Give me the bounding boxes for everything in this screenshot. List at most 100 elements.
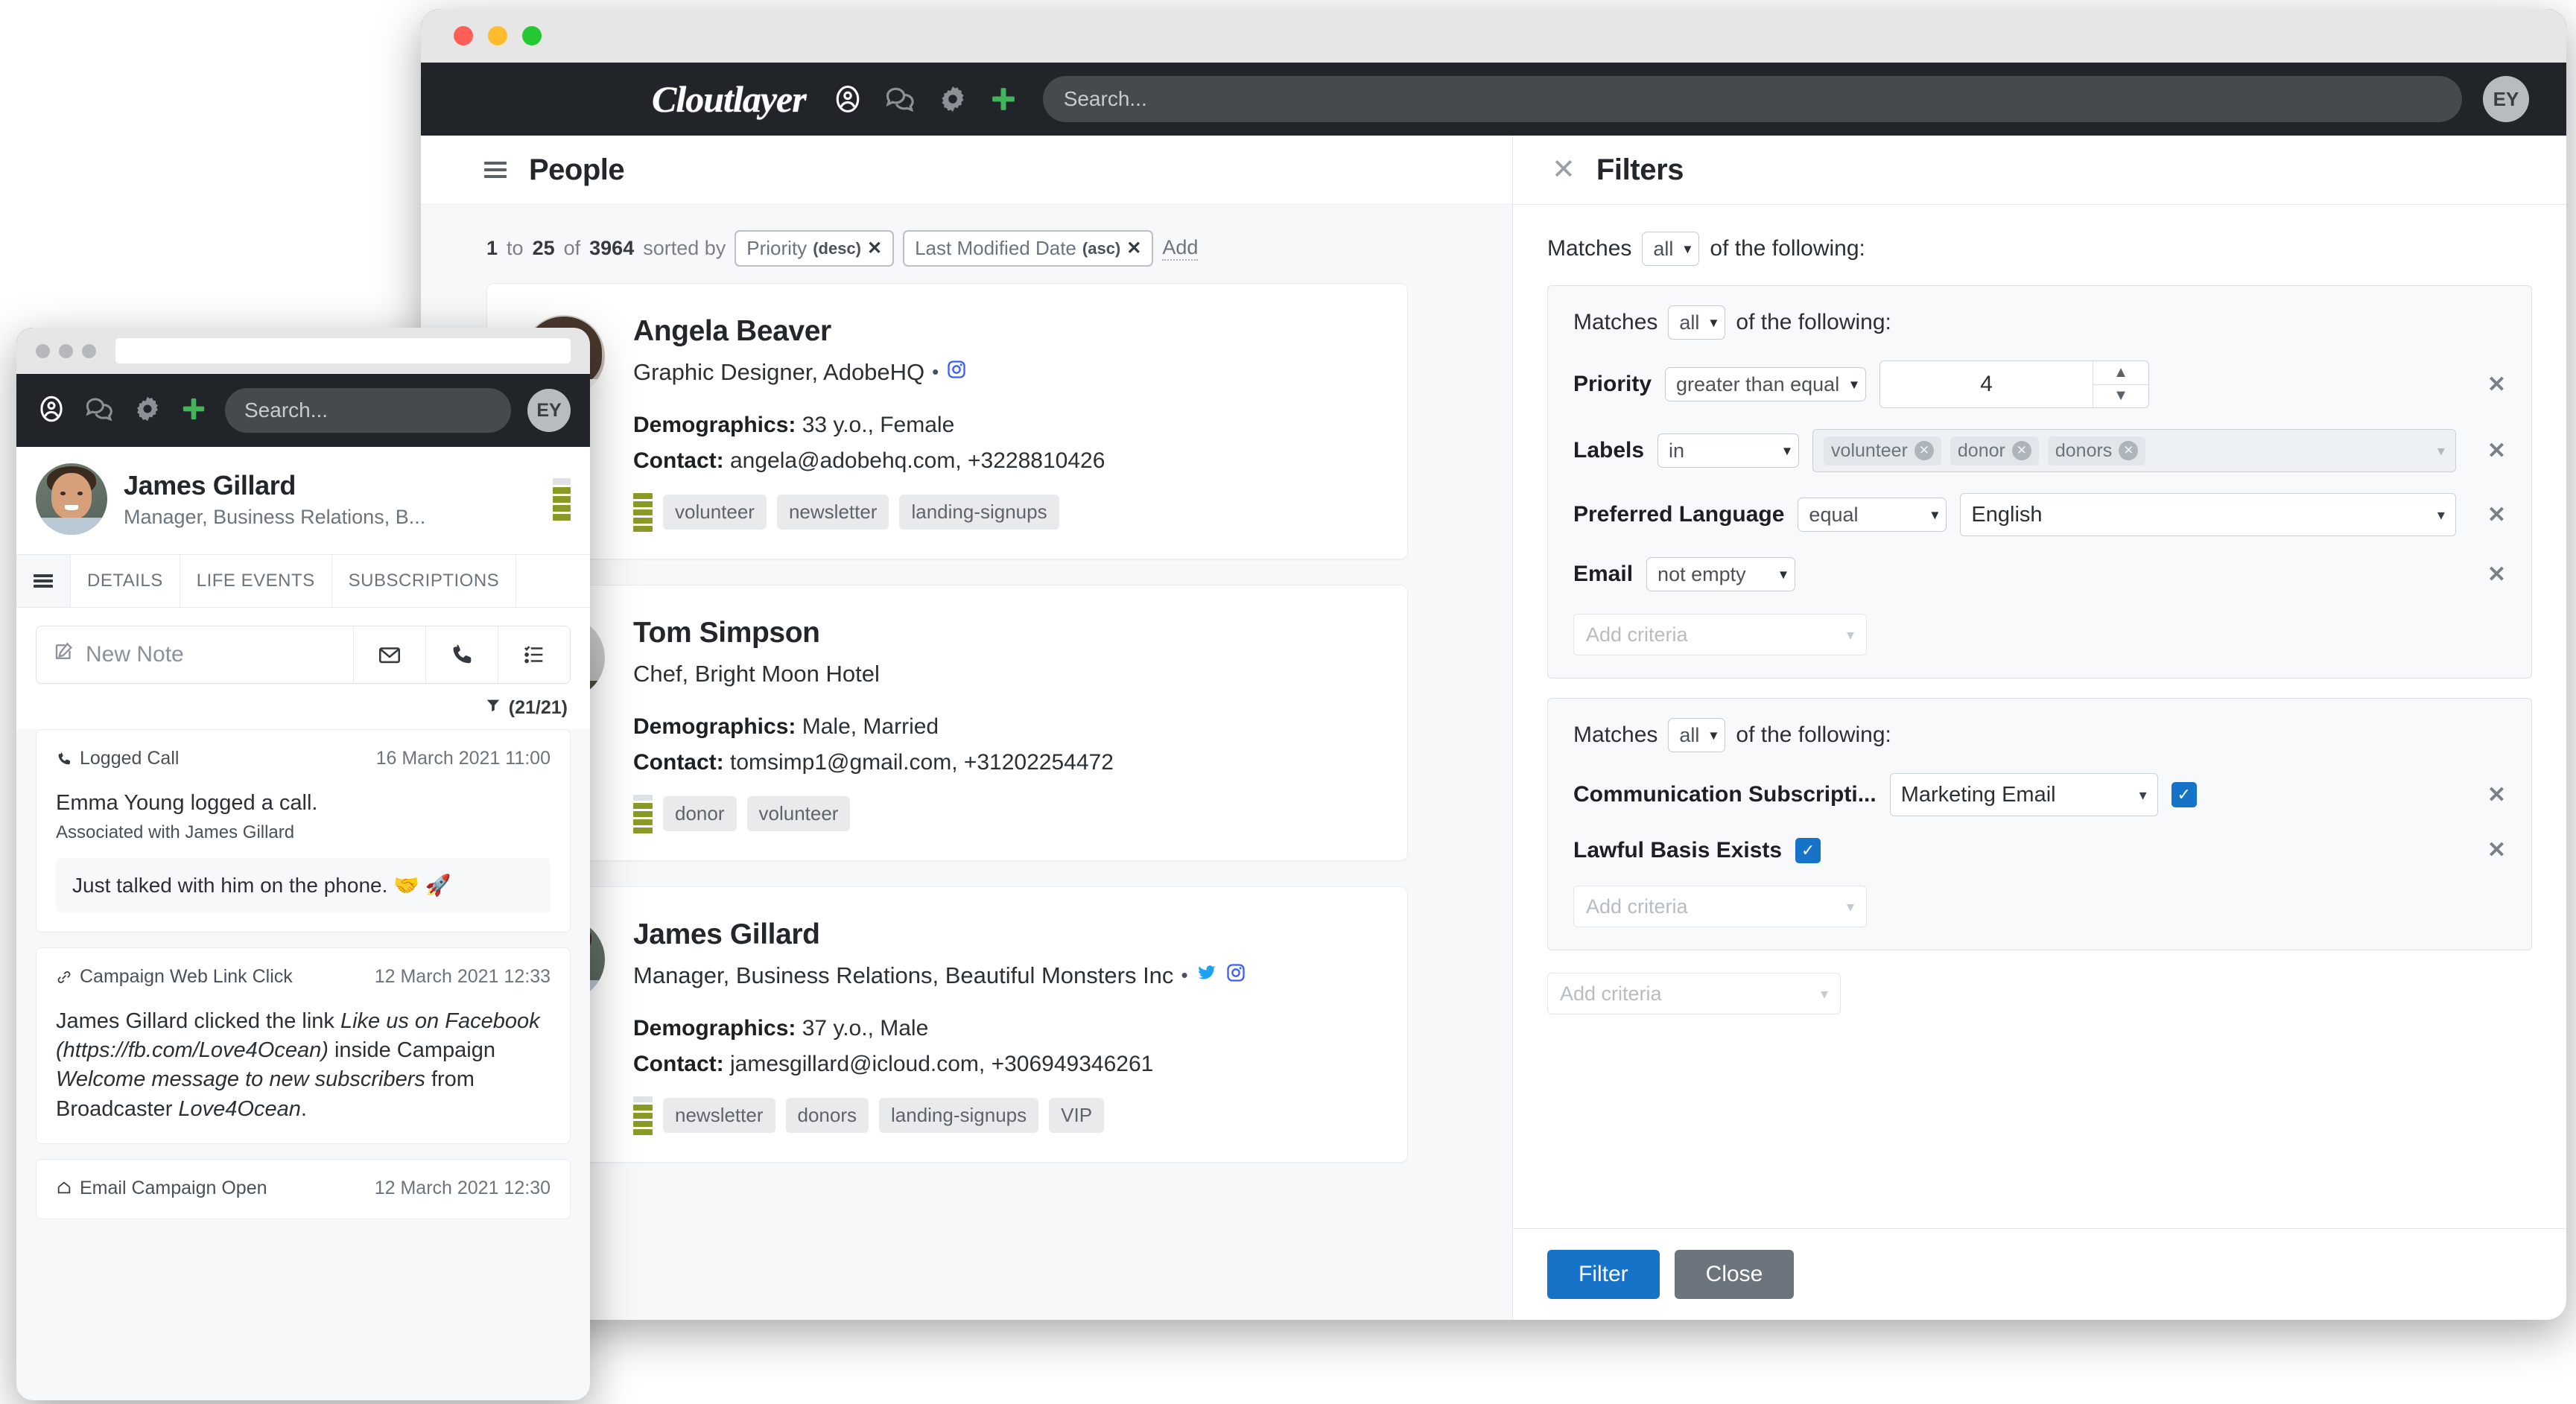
tag[interactable]: VIP xyxy=(1049,1098,1105,1134)
person-name[interactable]: Tom Simpson xyxy=(633,617,1407,650)
tag[interactable]: newsletter xyxy=(776,495,889,530)
tag[interactable]: donors xyxy=(785,1098,869,1134)
tab-life-events[interactable]: LIFE EVENTS xyxy=(180,555,332,607)
new-note-input[interactable]: New Note xyxy=(37,626,353,683)
envelope-icon[interactable] xyxy=(353,626,425,683)
url-bar[interactable] xyxy=(115,338,571,363)
root-matches-select[interactable]: all ▾ xyxy=(1642,232,1700,266)
priority-stepper[interactable]: 4 ▲ ▼ xyxy=(1879,360,2150,408)
account-icon[interactable] xyxy=(831,83,864,115)
chat-icon[interactable] xyxy=(883,83,918,115)
close-button[interactable]: Close xyxy=(1674,1250,1795,1299)
user-avatar[interactable]: EY xyxy=(527,389,571,432)
contact-label: Contact: xyxy=(633,749,724,775)
filter-button[interactable]: Filter xyxy=(1547,1250,1660,1299)
language-select[interactable]: English ▾ xyxy=(1960,493,2456,536)
tag[interactable]: volunteer xyxy=(663,495,767,530)
remove-criterion-icon[interactable]: ✕ xyxy=(2469,438,2506,464)
timeline-entry[interactable]: Logged Call 16 March 2021 11:00 Emma You… xyxy=(36,729,571,933)
lawful-basis-checkbox[interactable]: ✓ xyxy=(1795,837,1821,863)
person-card[interactable]: Tom Simpson Chef, Bright Moon Hotel Demo… xyxy=(486,584,1408,861)
chevron-up-icon[interactable]: ▲ xyxy=(2093,361,2149,385)
window-zoom-button[interactable] xyxy=(82,343,96,358)
label-chip[interactable]: donor ✕ xyxy=(1950,436,2039,466)
tab-menu[interactable] xyxy=(16,555,71,607)
task-list-icon[interactable] xyxy=(498,626,570,683)
person-card[interactable]: James Gillard Manager, Business Relation… xyxy=(486,886,1408,1163)
close-icon[interactable]: ✕ xyxy=(1552,156,1576,184)
search-input[interactable]: Search... xyxy=(225,388,511,433)
subscription-select[interactable]: Marketing Email ▾ xyxy=(1889,773,2158,816)
criterion-operator-select[interactable]: in ▾ xyxy=(1657,433,1800,468)
add-criteria-select[interactable]: Add criteria ▾ xyxy=(1573,886,1867,927)
group-matches-select[interactable]: all ▾ xyxy=(1668,718,1726,752)
window-minimize-button[interactable] xyxy=(59,343,73,358)
remove-criterion-icon[interactable]: ✕ xyxy=(2469,502,2506,528)
global-search[interactable]: Search... xyxy=(1042,76,2462,122)
timeline-entry[interactable]: Campaign Web Link Click 12 March 2021 12… xyxy=(36,947,571,1144)
sort-chip-last-modified[interactable]: Last Modified Date (asc) ✕ xyxy=(903,230,1154,267)
priority-value[interactable]: 4 xyxy=(1880,361,2093,407)
gear-icon[interactable] xyxy=(937,83,968,115)
add-sort-link[interactable]: Add xyxy=(1162,236,1199,261)
person-name[interactable]: Angela Beaver xyxy=(633,315,1407,349)
chevron-down-icon: ▾ xyxy=(1710,727,1718,744)
remove-criterion-icon[interactable]: ✕ xyxy=(2469,782,2506,808)
tag[interactable]: landing-signups xyxy=(879,1098,1039,1134)
label-chip[interactable]: volunteer ✕ xyxy=(1824,436,1941,466)
timeline-filter-count[interactable]: (21/21) xyxy=(16,684,590,729)
label-chip[interactable]: donors ✕ xyxy=(2047,436,2146,466)
chevron-down-icon: ▾ xyxy=(1820,985,1828,1003)
criterion-operator-select[interactable]: not empty ▾ xyxy=(1646,557,1796,591)
labels-multiselect[interactable]: volunteer ✕ donor ✕ donors ✕ ▾ xyxy=(1812,429,2456,472)
sort-chip-priority[interactable]: Priority (desc) ✕ xyxy=(735,230,895,267)
phone-icon[interactable] xyxy=(425,626,498,683)
activity-timeline: Logged Call 16 March 2021 11:00 Emma You… xyxy=(16,729,590,1400)
twitter-icon[interactable] xyxy=(1196,962,1218,989)
criterion-operator-select[interactable]: greater than equal ▾ xyxy=(1665,367,1867,401)
instagram-icon[interactable] xyxy=(946,359,967,386)
timeline-entry-header: Logged Call 16 March 2021 11:00 xyxy=(56,748,551,769)
tag[interactable]: volunteer xyxy=(746,796,851,832)
add-group-criteria-select[interactable]: Add criteria ▾ xyxy=(1547,973,1841,1014)
remove-criterion-icon[interactable]: ✕ xyxy=(2469,837,2506,863)
timeline-entry[interactable]: Email Campaign Open 12 March 2021 12:30 xyxy=(36,1158,571,1219)
hamburger-icon[interactable] xyxy=(484,162,507,178)
app-logo[interactable]: Cloutlayer xyxy=(652,77,807,121)
gear-icon[interactable] xyxy=(133,394,162,428)
window-close-button[interactable] xyxy=(454,26,473,45)
window-zoom-button[interactable] xyxy=(522,26,542,45)
group-matches-select[interactable]: all ▾ xyxy=(1668,305,1726,340)
account-icon[interactable] xyxy=(36,393,67,428)
subscription-checkbox[interactable]: ✓ xyxy=(2171,782,2197,807)
plus-icon[interactable] xyxy=(179,394,209,428)
search-input[interactable]: Search... xyxy=(1042,76,2462,122)
app-content: People 1 to 25 of 3964 sorted by Priorit… xyxy=(421,136,2566,1320)
add-criteria-select[interactable]: Add criteria ▾ xyxy=(1573,614,1867,655)
tag[interactable]: donor xyxy=(663,796,737,832)
criterion-label: Email xyxy=(1573,562,1634,586)
remove-chip-icon[interactable]: ✕ xyxy=(1914,441,1934,460)
person-card[interactable]: Angela Beaver Graphic Designer, AdobeHQ … xyxy=(486,283,1408,559)
instagram-icon[interactable] xyxy=(1225,962,1246,989)
person-name[interactable]: James Gillard xyxy=(633,918,1407,952)
tab-details[interactable]: DETAILS xyxy=(71,555,180,607)
user-avatar[interactable]: EY xyxy=(2483,76,2529,122)
remove-criterion-icon[interactable]: ✕ xyxy=(2469,562,2506,588)
plus-icon[interactable] xyxy=(988,83,1019,115)
tab-subscriptions[interactable]: SUBSCRIPTIONS xyxy=(332,555,517,607)
remove-criterion-icon[interactable]: ✕ xyxy=(2469,372,2506,398)
remove-chip-icon[interactable]: ✕ xyxy=(2119,441,2139,460)
chevron-down-icon[interactable]: ▼ xyxy=(2093,385,2148,408)
remove-chip-icon[interactable]: ✕ xyxy=(2011,441,2031,460)
chat-icon[interactable] xyxy=(83,394,116,428)
phone-icon xyxy=(56,751,72,767)
window-close-button[interactable] xyxy=(36,343,50,358)
window-minimize-button[interactable] xyxy=(488,26,507,45)
sort-chip-remove-icon[interactable]: ✕ xyxy=(867,238,882,259)
tag[interactable]: newsletter xyxy=(663,1098,775,1134)
tag[interactable]: landing-signups xyxy=(899,495,1059,530)
criterion-operator-select[interactable]: equal ▾ xyxy=(1798,498,1947,532)
chevron-down-icon[interactable]: ▾ xyxy=(2437,442,2445,460)
sort-chip-remove-icon[interactable]: ✕ xyxy=(1126,238,1141,259)
